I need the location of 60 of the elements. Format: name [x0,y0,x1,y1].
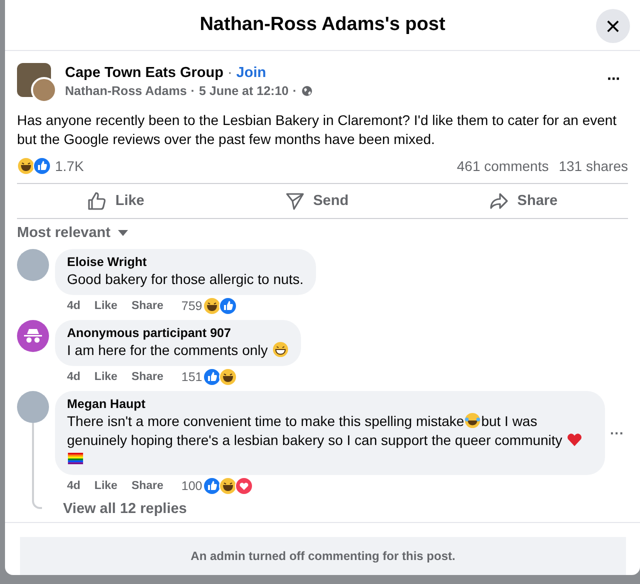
comment-time[interactable]: 4d [67,371,80,383]
comments-count[interactable]: 461 comments [456,158,549,174]
sort-dropdown[interactable]: Most relevant [17,225,128,241]
thumbs-up-icon [87,191,108,211]
heart-reaction-icon [235,477,254,495]
like-link[interactable]: Like [94,371,118,383]
like-reaction-icon [203,477,222,495]
reaction-count[interactable]: 100 [181,479,202,493]
like-link[interactable]: Like [94,480,118,492]
share-link[interactable]: Share [131,371,164,383]
laughing-reaction-icon [219,477,238,495]
like-reaction-icon [203,368,222,386]
dialog-title: Nathan-Ross Adams's post [200,14,446,36]
send-icon [285,191,306,211]
commenter-name[interactable]: Eloise Wright [67,255,304,269]
share-link[interactable]: Share [131,300,164,312]
laughing-reaction-icon [17,157,35,175]
laughing-reaction-icon [219,368,238,386]
post-text: Has anyone recently been to the Lesbian Bakery in Claremont? I'd like them to cater for an event but the Google reviews over the past few months have been mixed. [17,111,618,149]
like-reaction-icon [219,297,238,315]
share-arrow-icon [489,191,510,211]
commenter-name[interactable]: Anonymous participant 907 [67,326,289,340]
globe-icon [300,85,313,97]
comment-time[interactable]: 4d [67,300,80,312]
laughing-reaction-icon [203,297,222,315]
reaction-count[interactable]: 151 [181,370,202,384]
separator: · [227,65,232,81]
separator: · [190,84,195,98]
share-button[interactable]: Share [477,187,570,215]
comment-time[interactable]: 4d [67,480,80,492]
reaction-count[interactable]: 759 [181,299,202,313]
more-options-button[interactable]: ··· [599,67,628,93]
send-button[interactable]: Send [273,187,361,215]
post-time[interactable]: 5 June at 12:10 [198,84,289,98]
author-name[interactable]: Nathan-Ross Adams [65,84,187,98]
avatar-photo-placeholder [17,249,49,281]
group-name[interactable]: Cape Town Eats Group [65,65,224,81]
heart-icon [566,431,584,448]
anonymous-avatar-icon [17,320,49,352]
like-reaction-icon [33,157,51,175]
laughing-face-icon [464,412,482,429]
commenting-disabled-notice: An admin turned off commenting for this post. [20,537,626,575]
share-link[interactable]: Share [131,480,164,492]
join-link[interactable]: Join [236,65,266,81]
comment-text: Good bakery for those allergic to nuts. [67,270,304,289]
comment-text: I am here for the comments only [67,341,289,360]
separator: · [292,84,297,98]
rainbow-flag-icon [67,450,84,467]
comment-text: There isn't a more convenient time to make this spelling mistake but I was genuinely hoping there's a lesbian bakery so I can support the queer community [67,412,593,469]
like-link[interactable]: Like [94,300,118,312]
caret-icon [118,230,128,236]
like-button[interactable]: Like [75,187,156,215]
reaction-count[interactable]: 1.7K [55,158,84,174]
grinning-face-icon [272,341,289,358]
view-replies-link[interactable]: View all 12 replies [63,501,628,517]
comment-options-button[interactable]: ··· [606,423,628,443]
shares-count[interactable]: 131 shares [558,158,628,174]
close-button[interactable]: × [596,9,630,43]
avatar-photo-placeholder [17,391,49,423]
commenter-name[interactable]: Megan Haupt [67,397,593,411]
